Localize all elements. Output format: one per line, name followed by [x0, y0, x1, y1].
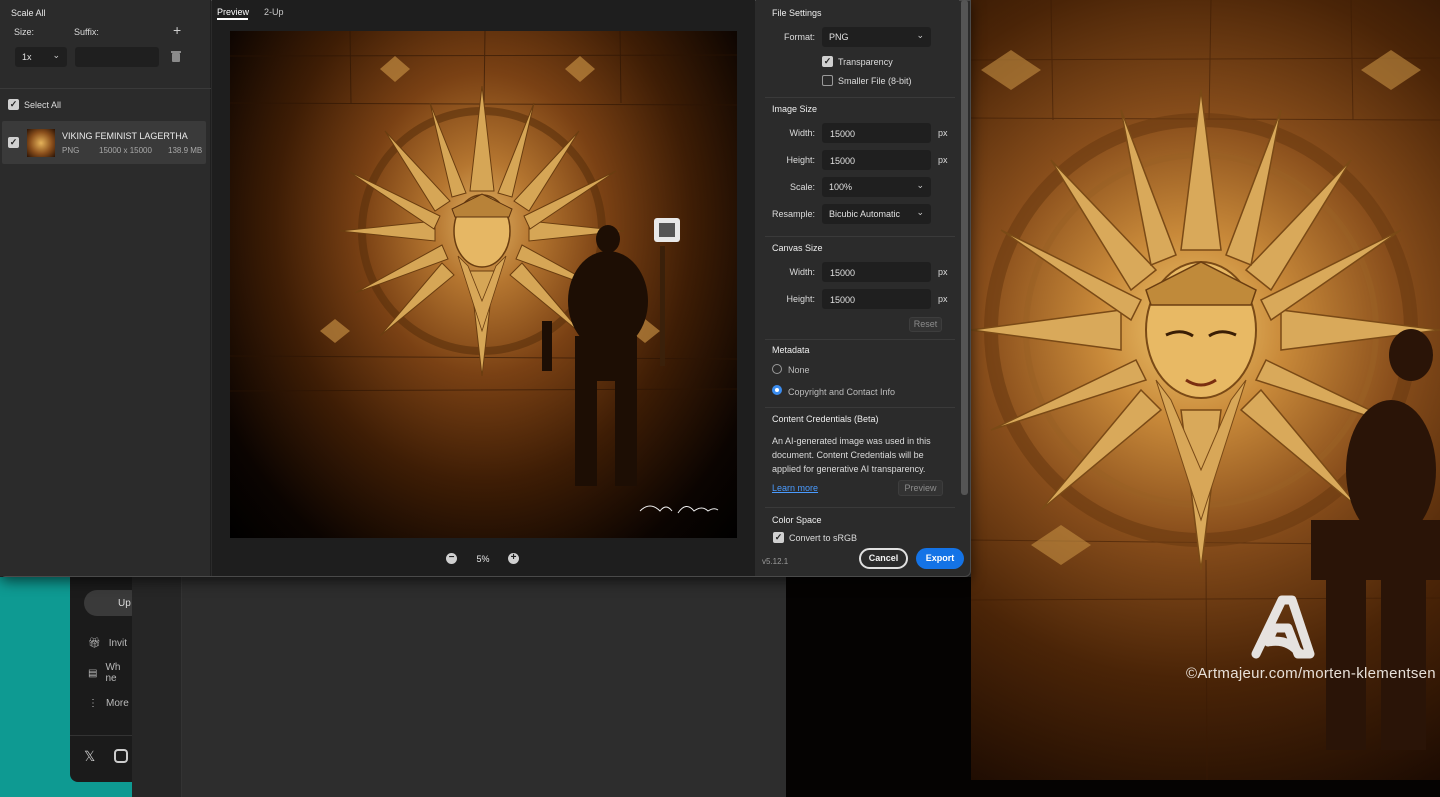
image-height-unit: px	[938, 155, 948, 165]
background-item-invite[interactable]: 🎁︎ Invit	[88, 638, 127, 649]
divider	[765, 407, 955, 408]
scale-label: Scale:	[789, 182, 815, 192]
image-width-label: Width:	[789, 128, 815, 138]
metadata-none-radio[interactable]	[772, 364, 782, 374]
content-credentials-text: An AI-generated image was used in this d…	[772, 436, 931, 474]
content-credentials-title: Content Credentials (Beta)	[772, 414, 879, 424]
scale-panel	[0, 0, 211, 576]
credentials-preview-button[interactable]: Preview	[898, 480, 943, 496]
convert-srgb-checkbox[interactable]: ✓	[773, 532, 784, 543]
resample-label: Resample:	[771, 209, 815, 219]
transparency-checkbox[interactable]: ✓	[822, 56, 833, 67]
select-all-label: Select All	[24, 100, 62, 110]
background-column	[132, 577, 182, 797]
file-dimensions: 15000 x 15000	[99, 146, 152, 155]
trash-icon[interactable]	[171, 50, 181, 62]
divider	[765, 97, 955, 98]
upload-label: Up	[118, 598, 131, 609]
convert-srgb-label: Convert to sRGB	[789, 533, 858, 543]
image-height-input[interactable]: 15000	[822, 150, 931, 170]
divider	[70, 735, 132, 736]
color-space-title: Color Space	[772, 515, 822, 525]
canvas-height-unit: px	[938, 294, 948, 304]
canvas-width-unit: px	[938, 267, 948, 277]
metadata-title: Metadata	[772, 345, 810, 355]
image-width-input[interactable]: 15000	[822, 123, 931, 143]
canvas-height-input[interactable]: 15000	[822, 289, 931, 309]
size-label: Size:	[14, 27, 35, 37]
suffix-label: Suffix:	[74, 27, 99, 37]
divider	[765, 507, 955, 508]
image-height-label: Height:	[786, 155, 815, 165]
learn-more-link[interactable]: Learn more	[772, 483, 818, 493]
zoom-in-button[interactable]: +	[508, 553, 519, 564]
file-size: 138.9 MB	[168, 146, 203, 155]
x-icon[interactable]: 𝕏	[84, 748, 95, 765]
artmajeur-logo	[1251, 595, 1315, 659]
resample-select[interactable]: Bicubic Automatic ⌄	[822, 204, 931, 224]
scale-select[interactable]: 100% ⌄	[822, 177, 931, 197]
document-icon: ▤	[88, 667, 98, 679]
canvas-width-label: Width:	[789, 267, 815, 277]
zoom-level: 5%	[476, 554, 490, 564]
file-thumbnail	[27, 129, 55, 157]
image-width-unit: px	[938, 128, 948, 138]
file-format: PNG	[62, 146, 80, 155]
file-row[interactable]: ✓ VIKING FEMINIST LAGERTHA PNG 15000 x 1…	[2, 121, 206, 164]
gift-icon: 🎁︎	[88, 638, 101, 649]
divider	[765, 339, 955, 340]
canvas-width-input[interactable]: 15000	[822, 262, 931, 282]
preview-image	[230, 31, 737, 538]
chevron-down-icon: ⌄	[916, 30, 924, 40]
chevron-down-icon: ⌄	[916, 207, 924, 217]
size-value: 1x	[22, 52, 32, 62]
file-name: VIKING FEMINIST LAGERTHA	[62, 131, 188, 141]
suffix-input[interactable]	[75, 47, 159, 67]
metadata-none-label: None	[788, 365, 810, 375]
size-select[interactable]: 1x ⌄	[15, 47, 67, 67]
cancel-button[interactable]: Cancel	[859, 548, 908, 569]
background-item-more[interactable]: ⋮ More	[88, 698, 129, 709]
chevron-down-icon: ⌄	[52, 50, 60, 60]
transparency-label: Transparency	[838, 57, 893, 67]
background-item-label: Invit	[108, 638, 128, 649]
scale-all-title: Scale All	[11, 8, 46, 18]
format-select[interactable]: PNG ⌄	[822, 27, 931, 47]
background-item-whats-new[interactable]: ▤ Wh ne	[88, 662, 123, 684]
version-label: v5.12.1	[762, 557, 789, 566]
watermark-text: ©Artmajeur.com/morten-klementsen	[1186, 665, 1436, 682]
smaller-file-checkbox[interactable]	[822, 75, 833, 86]
image-size-title: Image Size	[772, 104, 818, 114]
metadata-copyright-label: Copyright and Contact Info	[788, 387, 896, 397]
canvas-height-label: Height:	[786, 294, 815, 304]
reset-button[interactable]: Reset	[909, 317, 942, 332]
smaller-file-label: Smaller File (8-bit)	[838, 76, 912, 86]
divider	[765, 236, 955, 237]
more-vertical-icon: ⋮	[88, 698, 98, 709]
file-checkbox[interactable]: ✓	[8, 137, 19, 148]
select-all-checkbox[interactable]: ✓	[8, 99, 19, 110]
tab-active-indicator	[217, 18, 248, 20]
settings-scrollbar[interactable]	[961, 0, 968, 495]
format-label: Format:	[783, 32, 815, 42]
resample-value: Bicubic Automatic	[829, 209, 901, 219]
canvas-size-title: Canvas Size	[772, 243, 823, 253]
export-button[interactable]: Export	[916, 548, 964, 569]
metadata-copyright-radio[interactable]	[772, 385, 782, 395]
chevron-down-icon: ⌄	[916, 180, 924, 190]
background-item-label: More	[106, 698, 129, 709]
instagram-icon[interactable]	[114, 749, 128, 763]
plus-icon[interactable]: +	[173, 22, 181, 38]
background-main-area	[182, 577, 786, 797]
zoom-out-button[interactable]: −	[446, 553, 457, 564]
divider	[0, 88, 211, 89]
tab-preview[interactable]: Preview	[217, 7, 249, 17]
background-item-label: Wh ne	[105, 662, 121, 684]
file-settings-title: File Settings	[772, 8, 822, 18]
format-value: PNG	[829, 32, 849, 42]
signature-mark	[639, 505, 719, 514]
tab-2-up[interactable]: 2-Up	[264, 7, 284, 17]
scale-value: 100%	[829, 182, 853, 192]
artwork-image	[971, 0, 1440, 780]
